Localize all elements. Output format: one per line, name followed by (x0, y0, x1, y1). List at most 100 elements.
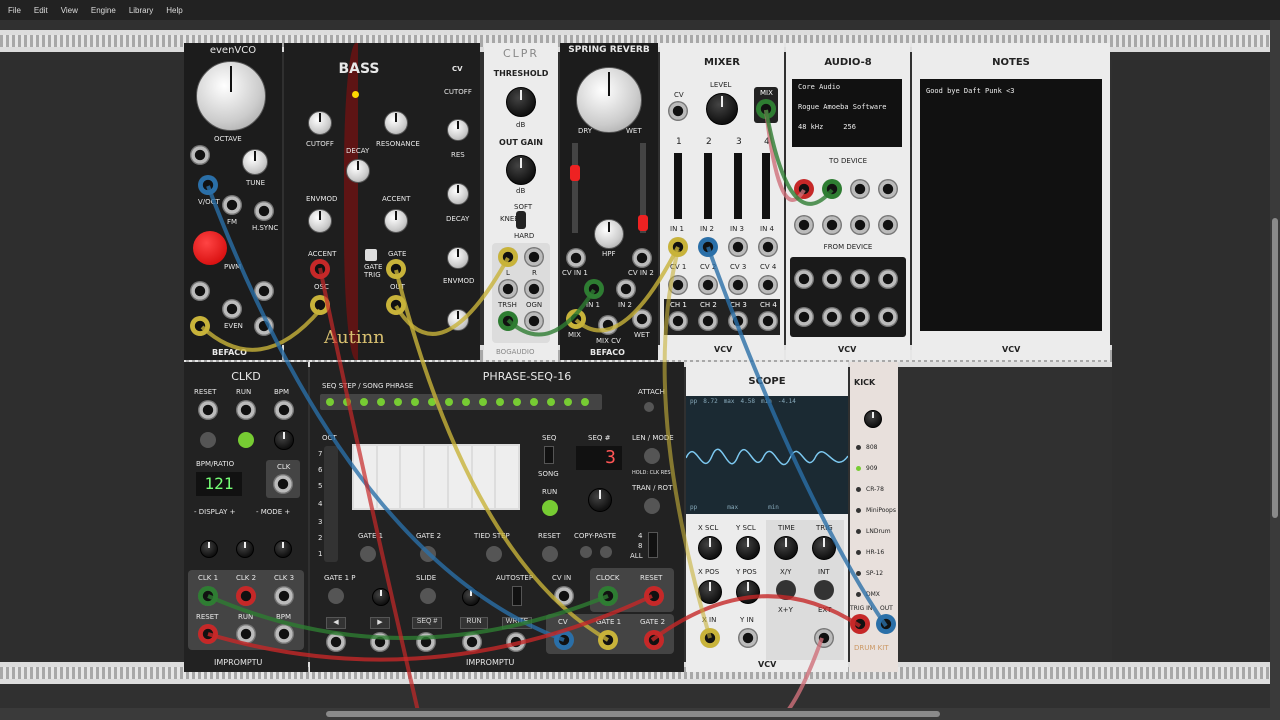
to-device-8-jack[interactable] (878, 215, 898, 235)
copy-length-switch[interactable] (648, 532, 658, 558)
clkd-knob-1[interactable] (200, 540, 218, 558)
reverb-mixcv-jack[interactable] (598, 315, 618, 335)
step-led-3[interactable] (360, 398, 368, 406)
menu-edit[interactable]: Edit (34, 6, 48, 15)
step-led-1[interactable] (326, 398, 334, 406)
even-jack[interactable] (222, 299, 242, 319)
clk1-jack[interactable] (198, 586, 218, 606)
mixer-fader-3[interactable] (734, 153, 742, 219)
trig-in-jack[interactable] (850, 614, 870, 634)
reverb-cv-in2-jack[interactable] (632, 248, 652, 268)
to-device-4-jack[interactable] (878, 179, 898, 199)
run-jack[interactable] (462, 632, 482, 652)
mixer-cv1-jack[interactable] (668, 275, 688, 295)
reverb-wet-jack[interactable] (632, 309, 652, 329)
reset-out-jack[interactable] (198, 624, 218, 644)
clkd-run-button[interactable] (238, 432, 254, 448)
kick-model-led-6[interactable] (856, 550, 861, 555)
from-device-2-jack[interactable] (822, 269, 842, 289)
ext-trig-jack[interactable] (814, 628, 834, 648)
len-mode-button[interactable] (644, 448, 660, 464)
step-led-12[interactable] (513, 398, 521, 406)
mixer-fader-1[interactable] (674, 153, 682, 219)
mixer-in2-jack[interactable] (698, 237, 718, 257)
reverb-in2-jack[interactable] (616, 279, 636, 299)
hsync-jack[interactable] (254, 201, 274, 221)
from-device-4-jack[interactable] (878, 269, 898, 289)
seq-knob[interactable] (588, 488, 612, 512)
clkd-bpm-knob[interactable] (274, 430, 294, 450)
reverb-cv-in1-jack[interactable] (566, 248, 586, 268)
yscl-knob[interactable] (736, 536, 760, 560)
menu-engine[interactable]: Engine (91, 6, 116, 15)
copy-button[interactable] (580, 546, 592, 558)
step-led-15[interactable] (564, 398, 572, 406)
from-device-6-jack[interactable] (822, 307, 842, 327)
mixer-out2-jack[interactable] (698, 311, 718, 331)
accent-jack[interactable] (310, 259, 330, 279)
step-led-7[interactable] (428, 398, 436, 406)
to-device-2-jack[interactable] (822, 179, 842, 199)
to-device-1-jack[interactable] (794, 179, 814, 199)
mixer-in4-jack[interactable] (758, 237, 778, 257)
gate1p-knob[interactable] (372, 588, 390, 606)
audio-driver-display[interactable]: Core Audio Rogue Amoeba Software 48 kHz 2… (792, 79, 902, 147)
decay-knob[interactable] (346, 159, 370, 183)
mixer-level-knob[interactable] (706, 93, 738, 125)
notes-text-area[interactable]: Good bye Daft Punk <3 (920, 79, 1102, 331)
step-led-8[interactable] (445, 398, 453, 406)
mixer-out1-jack[interactable] (668, 311, 688, 331)
cv-out-jack[interactable] (554, 630, 574, 650)
knee-switch[interactable] (516, 211, 526, 229)
clpr-in-r-jack[interactable] (524, 247, 544, 267)
vertical-scroll-thumb[interactable] (1272, 218, 1278, 518)
reset-button[interactable] (542, 546, 558, 562)
kick-model-led-5[interactable] (856, 529, 861, 534)
kick-model-led-1[interactable] (856, 445, 861, 450)
ypos-knob[interactable] (736, 580, 760, 604)
gate-trig-toggle[interactable] (365, 249, 377, 261)
step-led-2[interactable] (343, 398, 351, 406)
clkd-reset-button[interactable] (200, 432, 216, 448)
reset-in-jack[interactable] (644, 586, 664, 606)
int-ext-button[interactable] (814, 580, 834, 600)
envmod-cv-knob[interactable] (447, 309, 469, 331)
from-device-8-jack[interactable] (878, 307, 898, 327)
seq-num-jack[interactable] (416, 632, 436, 652)
kick-knob[interactable] (864, 410, 882, 428)
hpf-knob[interactable] (594, 219, 624, 249)
audio-block[interactable]: 256 (843, 123, 856, 131)
clk2-jack[interactable] (236, 586, 256, 606)
evenvco-jack-saw[interactable] (254, 281, 274, 301)
slide-knob[interactable] (462, 588, 480, 606)
tied-button[interactable] (486, 546, 502, 562)
xy-button[interactable] (776, 580, 796, 600)
to-device-6-jack[interactable] (822, 215, 842, 235)
write-button[interactable]: WRITE (502, 617, 532, 629)
mixer-out3-jack[interactable] (728, 311, 748, 331)
reverb-mix-jack[interactable] (566, 309, 586, 329)
clpr-out-l-jack[interactable] (498, 311, 518, 331)
trsh-jack[interactable] (498, 279, 518, 299)
gate1p-button[interactable] (328, 588, 344, 604)
slide-button[interactable] (420, 588, 436, 604)
clk3-jack[interactable] (274, 586, 294, 606)
evenvco-jack-square[interactable] (254, 316, 274, 336)
run-button[interactable] (542, 500, 558, 516)
trig-knob[interactable] (812, 536, 836, 560)
bpm-out-jack[interactable] (274, 624, 294, 644)
clpr-out-r-jack[interactable] (524, 311, 544, 331)
mixer-out4-jack[interactable] (758, 311, 778, 331)
run-cv-button[interactable]: RUN (460, 617, 488, 629)
step-led-5[interactable] (394, 398, 402, 406)
mixer-fader-2[interactable] (704, 153, 712, 219)
from-device-5-jack[interactable] (794, 307, 814, 327)
cutoff-knob[interactable] (308, 111, 332, 135)
kick-model-led-2[interactable] (856, 466, 861, 471)
audio-driver[interactable]: Core Audio (798, 83, 896, 103)
tune-knob[interactable] (242, 149, 268, 175)
octave-knob[interactable] (196, 61, 266, 131)
kick-out-jack[interactable] (876, 614, 896, 634)
seq-song-switch[interactable] (544, 446, 554, 464)
to-device-5-jack[interactable] (794, 215, 814, 235)
